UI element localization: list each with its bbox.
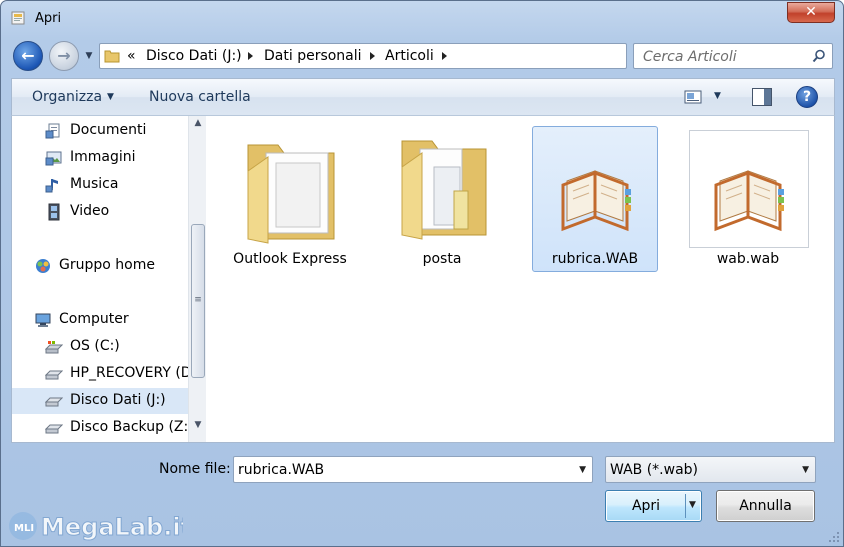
- open-options-dropdown[interactable]: ▼: [689, 500, 696, 510]
- scroll-down-icon[interactable]: ▼: [189, 420, 207, 436]
- file-type-value: WAB (*.wab): [610, 462, 698, 478]
- file-name: posta: [422, 251, 462, 267]
- view-options-dropdown[interactable]: ▼: [714, 91, 721, 101]
- breadcrumb-part[interactable]: Articoli: [385, 48, 434, 64]
- file-name: wab.wab: [716, 251, 780, 267]
- folder-icon: [104, 50, 120, 63]
- organize-button[interactable]: Organizza ▼: [32, 89, 114, 105]
- close-button[interactable]: ✕: [787, 2, 835, 23]
- window-title: Apri: [35, 11, 62, 26]
- sidebar-item-label: Disco Dati (J:): [70, 392, 166, 408]
- sidebar-item-computer[interactable]: Computer: [12, 307, 188, 333]
- back-button[interactable]: ←: [13, 41, 43, 71]
- computer-icon: [35, 313, 51, 327]
- recent-pages-dropdown[interactable]: ▼: [83, 51, 95, 63]
- chevron-down-icon[interactable]: ▼: [802, 465, 809, 475]
- address-bar[interactable]: « Disco Dati (J:) Dati personali Articol…: [99, 43, 718, 69]
- file-name: Outlook Express: [233, 251, 347, 267]
- file-item-wab-wab[interactable]: wab.wab: [685, 126, 811, 272]
- navigation-pane: Documenti Immagini Musica Video Gruppo h…: [11, 116, 207, 443]
- drive-icon: [45, 424, 63, 434]
- breadcrumb-part[interactable]: Dati personali: [264, 48, 362, 64]
- open-button[interactable]: Apri ▼: [605, 490, 702, 522]
- scroll-up-icon[interactable]: ▲: [189, 118, 207, 134]
- title-bar[interactable]: Apri ✕: [1, 1, 843, 37]
- help-icon[interactable]: ?: [796, 86, 818, 108]
- homegroup-icon: [36, 259, 50, 273]
- video-icon: [48, 203, 60, 221]
- chevron-down-icon: ▼: [107, 92, 114, 102]
- split-divider: [685, 494, 686, 518]
- sidebar-item-label: Gruppo home: [59, 257, 155, 273]
- address-book-icon: [714, 170, 784, 232]
- breadcrumb-part[interactable]: Disco Dati (J:): [146, 48, 242, 64]
- chevron-down-icon[interactable]: ▼: [579, 465, 586, 475]
- svg-text:MLI: MLI: [14, 523, 34, 534]
- sidebar-item-label: Musica: [70, 176, 119, 192]
- view-icon[interactable]: [684, 90, 702, 104]
- sidebar-item-video[interactable]: Video: [12, 199, 188, 225]
- file-item-posta[interactable]: posta: [379, 126, 505, 272]
- open-button-label: Apri: [631, 498, 661, 514]
- sidebar-item-backup-drive[interactable]: Disco Backup (Z:): [12, 415, 194, 441]
- resize-grip[interactable]: [828, 531, 840, 543]
- folder-icon: [401, 140, 487, 240]
- search-input[interactable]: Cerca Articoli: [633, 43, 833, 69]
- organize-label: Organizza: [32, 89, 103, 105]
- open-dialog: Apri ✕ ← → ▼ « Disco Dati (J:) Dati pers…: [0, 0, 844, 547]
- watermark-logo: MLI MegaLab.it: [9, 512, 183, 542]
- search-icon[interactable]: [812, 49, 826, 63]
- sidebar-item-label: Computer: [59, 311, 129, 327]
- file-type-select[interactable]: WAB (*.wab) ▼: [605, 456, 816, 483]
- filename-label: Nome file:: [159, 461, 231, 477]
- file-name: rubrica.WAB: [551, 251, 639, 267]
- search-placeholder: Cerca Articoli: [643, 49, 737, 65]
- sidebar-item-documents[interactable]: Documenti: [12, 118, 188, 144]
- file-item-outlook-express[interactable]: Outlook Express: [227, 126, 353, 272]
- sidebar-item-recovery-drive[interactable]: HP_RECOVERY (D: [12, 361, 192, 387]
- sidebar-scrollbar[interactable]: ▲ ≡ ▼: [188, 116, 206, 442]
- sidebar-item-os-drive[interactable]: OS (C:): [12, 334, 188, 360]
- sidebar-item-label: Video: [70, 203, 110, 219]
- drive-icon: [45, 370, 63, 380]
- folder-icon: [247, 144, 335, 244]
- app-icon: [11, 11, 25, 25]
- address-book-icon: [561, 170, 631, 232]
- sidebar-item-label: OS (C:): [70, 338, 120, 354]
- command-bar: Organizza ▼ Nuova cartella ▼ ?: [11, 78, 835, 116]
- sidebar-item-music[interactable]: Musica: [12, 172, 188, 198]
- documents-icon: [45, 123, 60, 139]
- chevron-right-icon[interactable]: [370, 52, 375, 60]
- new-folder-button[interactable]: Nuova cartella: [149, 89, 251, 105]
- forward-button[interactable]: →: [49, 41, 79, 71]
- sidebar-item-pictures[interactable]: Immagini: [12, 145, 188, 171]
- sidebar-item-label: Disco Backup (Z:): [70, 419, 194, 435]
- music-icon: [45, 179, 58, 193]
- drive-icon: [45, 397, 63, 407]
- sidebar-item-label: Immagini: [70, 149, 136, 165]
- chevron-right-icon[interactable]: [442, 52, 447, 60]
- scroll-thumb[interactable]: ≡: [191, 224, 205, 378]
- os-drive-icon: [45, 341, 63, 354]
- file-item-rubrica-wab[interactable]: rubrica.WAB: [532, 126, 658, 272]
- pictures-icon: [45, 151, 62, 166]
- sidebar-item-data-drive[interactable]: Disco Dati (J:): [12, 388, 188, 414]
- svg-text:MegaLab.it: MegaLab.it: [41, 513, 183, 541]
- sidebar-item-label: HP_RECOVERY (D: [70, 365, 192, 381]
- address-prefix[interactable]: «: [127, 48, 136, 64]
- sidebar-item-homegroup[interactable]: Gruppo home: [12, 253, 188, 279]
- preview-pane-icon[interactable]: [752, 88, 772, 106]
- filename-input[interactable]: rubrica.WAB ▼: [233, 456, 593, 483]
- sidebar-item-label: Documenti: [70, 122, 147, 138]
- cancel-button[interactable]: Annulla: [716, 490, 815, 522]
- chevron-right-icon[interactable]: [248, 52, 253, 60]
- filename-value[interactable]: rubrica.WAB: [238, 462, 324, 478]
- file-list: Outlook Express posta rubrica.WAB wab.wa…: [207, 116, 835, 443]
